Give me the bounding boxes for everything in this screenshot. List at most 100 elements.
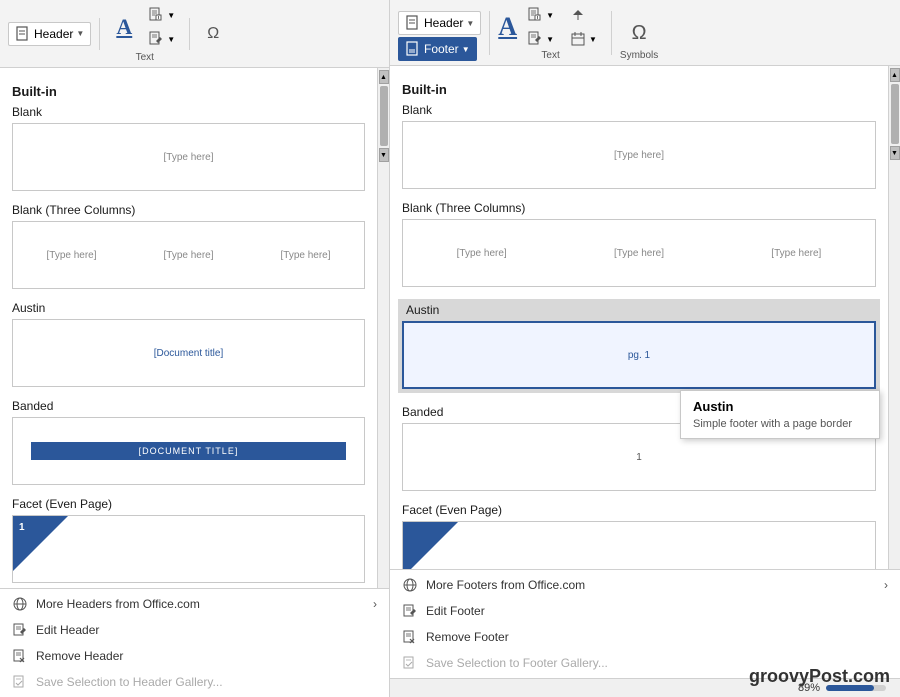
right-sep2 [611, 11, 612, 55]
globe-icon-right [402, 577, 418, 593]
austin-pgnum-right: pg. 1 [628, 350, 650, 361]
threecol-preview-right[interactable]: [Type here] [Type here] [Type here] [402, 219, 876, 287]
save-header-label: Save Selection to Header Gallery... [36, 675, 223, 689]
left-scroll-thumb[interactable] [380, 86, 388, 146]
sep2 [189, 18, 190, 50]
symbol-btn-left[interactable]: Ω [198, 20, 228, 48]
right-page-icon [405, 15, 421, 31]
more-footers-arrow: › [884, 578, 888, 592]
right-scroll-down[interactable]: ▼ [890, 146, 900, 160]
right-nav-btns: ▼ [564, 4, 603, 50]
gallery-item-threecol-right: Blank (Three Columns) [Type here] [Type … [402, 201, 876, 287]
gallery-item-threecol-left: Blank (Three Columns) [Type here] [Type … [12, 203, 365, 289]
globe-icon-left [12, 596, 28, 612]
right-text-icon: A [498, 12, 517, 42]
left-gallery: Built-in Blank [Type here] Blank (Three … [0, 68, 377, 588]
zoom-slider[interactable] [826, 685, 886, 691]
left-gallery-wrapper: Built-in Blank [Type here] Blank (Three … [0, 68, 389, 588]
text-icon: A [108, 11, 140, 43]
page-icons-group: ▼ ▼ [142, 4, 181, 50]
facet-preview-right-el[interactable]: [Author name] | [SCHOOL] [402, 521, 876, 569]
austin-hint-left: [Document title] [154, 348, 223, 359]
right-scroll-thumb[interactable] [891, 84, 899, 144]
remove-footer-icon [402, 629, 418, 645]
header-caret: ▼ [76, 29, 84, 38]
header-dropdown-btn[interactable]: Header ▼ [8, 22, 91, 46]
remove-footer-item[interactable]: Remove Footer [390, 624, 900, 650]
left-scroll-up[interactable]: ▲ [379, 70, 389, 84]
left-footer-menu: More Headers from Office.com › Edit Head… [0, 588, 389, 697]
right-insert-btn[interactable]: ▼ [521, 4, 560, 26]
more-footers-item[interactable]: More Footers from Office.com › [390, 572, 900, 598]
banded-preview-left[interactable]: [DOCUMENT TITLE] [12, 417, 365, 485]
right-symbol-btn[interactable]: Ω [623, 17, 656, 50]
austin-label-right: Austin [402, 303, 876, 317]
insert-pages-btn[interactable]: ▼ [142, 4, 181, 26]
zoom-level: 89% [798, 682, 820, 694]
gallery-item-facet-left: Facet (Even Page) 1 [12, 497, 365, 583]
blank-preview-left[interactable]: [Type here] [12, 123, 365, 191]
blank-hint-right: [Type here] [614, 150, 664, 161]
threecol-preview-left[interactable]: [Type here] [Type here] [Type here] [12, 221, 365, 289]
right-footer-btn[interactable]: Footer ▼ [398, 37, 477, 61]
edit-footer-item[interactable]: Edit Footer [390, 598, 900, 624]
right-omega-icon: Ω [632, 22, 647, 45]
right-footer-menu: More Footers from Office.com › Edit Foot… [390, 569, 900, 678]
banded-num-right: 1 [636, 452, 642, 463]
facet-inner-left: 1 [13, 516, 364, 582]
omega-icon-left: Ω [207, 25, 219, 43]
text-label: Text [136, 52, 154, 63]
right-header-group: Header ▼ Footer ▼ [398, 11, 481, 61]
zoom-fill [826, 685, 874, 691]
right-prev-btn[interactable] [564, 4, 603, 26]
blank-preview-right[interactable]: [Type here] [402, 121, 876, 189]
right-scroll-up[interactable]: ▲ [890, 68, 900, 82]
banded-bar-left: [DOCUMENT TITLE] [31, 442, 347, 460]
right-toolbar: Header ▼ Footer ▼ A [390, 0, 900, 66]
gallery-item-facet-right: Facet (Even Page) [Author name] | [SCHOO… [402, 503, 876, 569]
banded-label-left: Banded [12, 399, 365, 413]
header-btn-label: Header [34, 27, 73, 41]
gallery-item-blank-left: Blank [Type here] [12, 105, 365, 191]
facet-preview-left[interactable]: 1 [12, 515, 365, 583]
remove-header-item[interactable]: Remove Header [0, 643, 389, 669]
threecol-label-left: Blank (Three Columns) [12, 203, 365, 217]
more-headers-item[interactable]: More Headers from Office.com › [0, 591, 389, 617]
save-footer-label: Save Selection to Footer Gallery... [426, 656, 608, 670]
blank-label-left: Blank [12, 105, 365, 119]
left-toolbar: Header ▼ A [0, 0, 389, 68]
right-text-label: Text [541, 50, 559, 61]
save-footer-icon [402, 655, 418, 671]
edit-header-item[interactable]: Edit Header [0, 617, 389, 643]
status-bar: 89% [390, 678, 900, 697]
right-header-label: Header [424, 16, 463, 30]
tooltip-title: Austin [693, 399, 867, 414]
edit-doc-btn[interactable]: ▼ [142, 28, 181, 50]
austin-label-left: Austin [12, 301, 365, 315]
left-scrollbar: ▲ ▼ [377, 68, 389, 588]
facet-inner-right: [Author name] | [SCHOOL] [403, 522, 875, 569]
right-panel: Header ▼ Footer ▼ A [390, 0, 900, 697]
right-gallery: Built-in Blank [Type here] Blank (Three … [390, 66, 888, 569]
austin-preview-right[interactable]: pg. 1 [402, 321, 876, 389]
right-symbols-label: Symbols [620, 50, 658, 61]
save-header-icon [12, 674, 28, 690]
right-header-btn[interactable]: Header ▼ [398, 11, 481, 35]
austin-tooltip: Austin Simple footer with a page border [680, 390, 880, 439]
gallery-item-austin-left: Austin [Document title] [12, 301, 365, 387]
right-date-btn[interactable]: ▼ [564, 28, 603, 50]
facet-num-left: 1 [19, 522, 25, 533]
facet-label-right: Facet (Even Page) [402, 503, 876, 517]
right-footer-caret: ▼ [462, 45, 470, 54]
text-group-row: A ▼ [108, 4, 181, 50]
save-footer-item: Save Selection to Footer Gallery... [390, 650, 900, 676]
blank-hint-left: [Type here] [163, 152, 213, 163]
edit-header-icon [12, 622, 28, 638]
right-gallery-scroll-area: Built-in Blank [Type here] Blank (Three … [390, 66, 888, 569]
gallery-item-blank-right: Blank [Type here] [402, 103, 876, 189]
right-edit-btn[interactable]: ▼ [521, 28, 560, 50]
page-icon [15, 26, 31, 42]
more-headers-arrow: › [373, 597, 377, 611]
left-scroll-down[interactable]: ▼ [379, 148, 389, 162]
austin-preview-left[interactable]: [Document title] [12, 319, 365, 387]
